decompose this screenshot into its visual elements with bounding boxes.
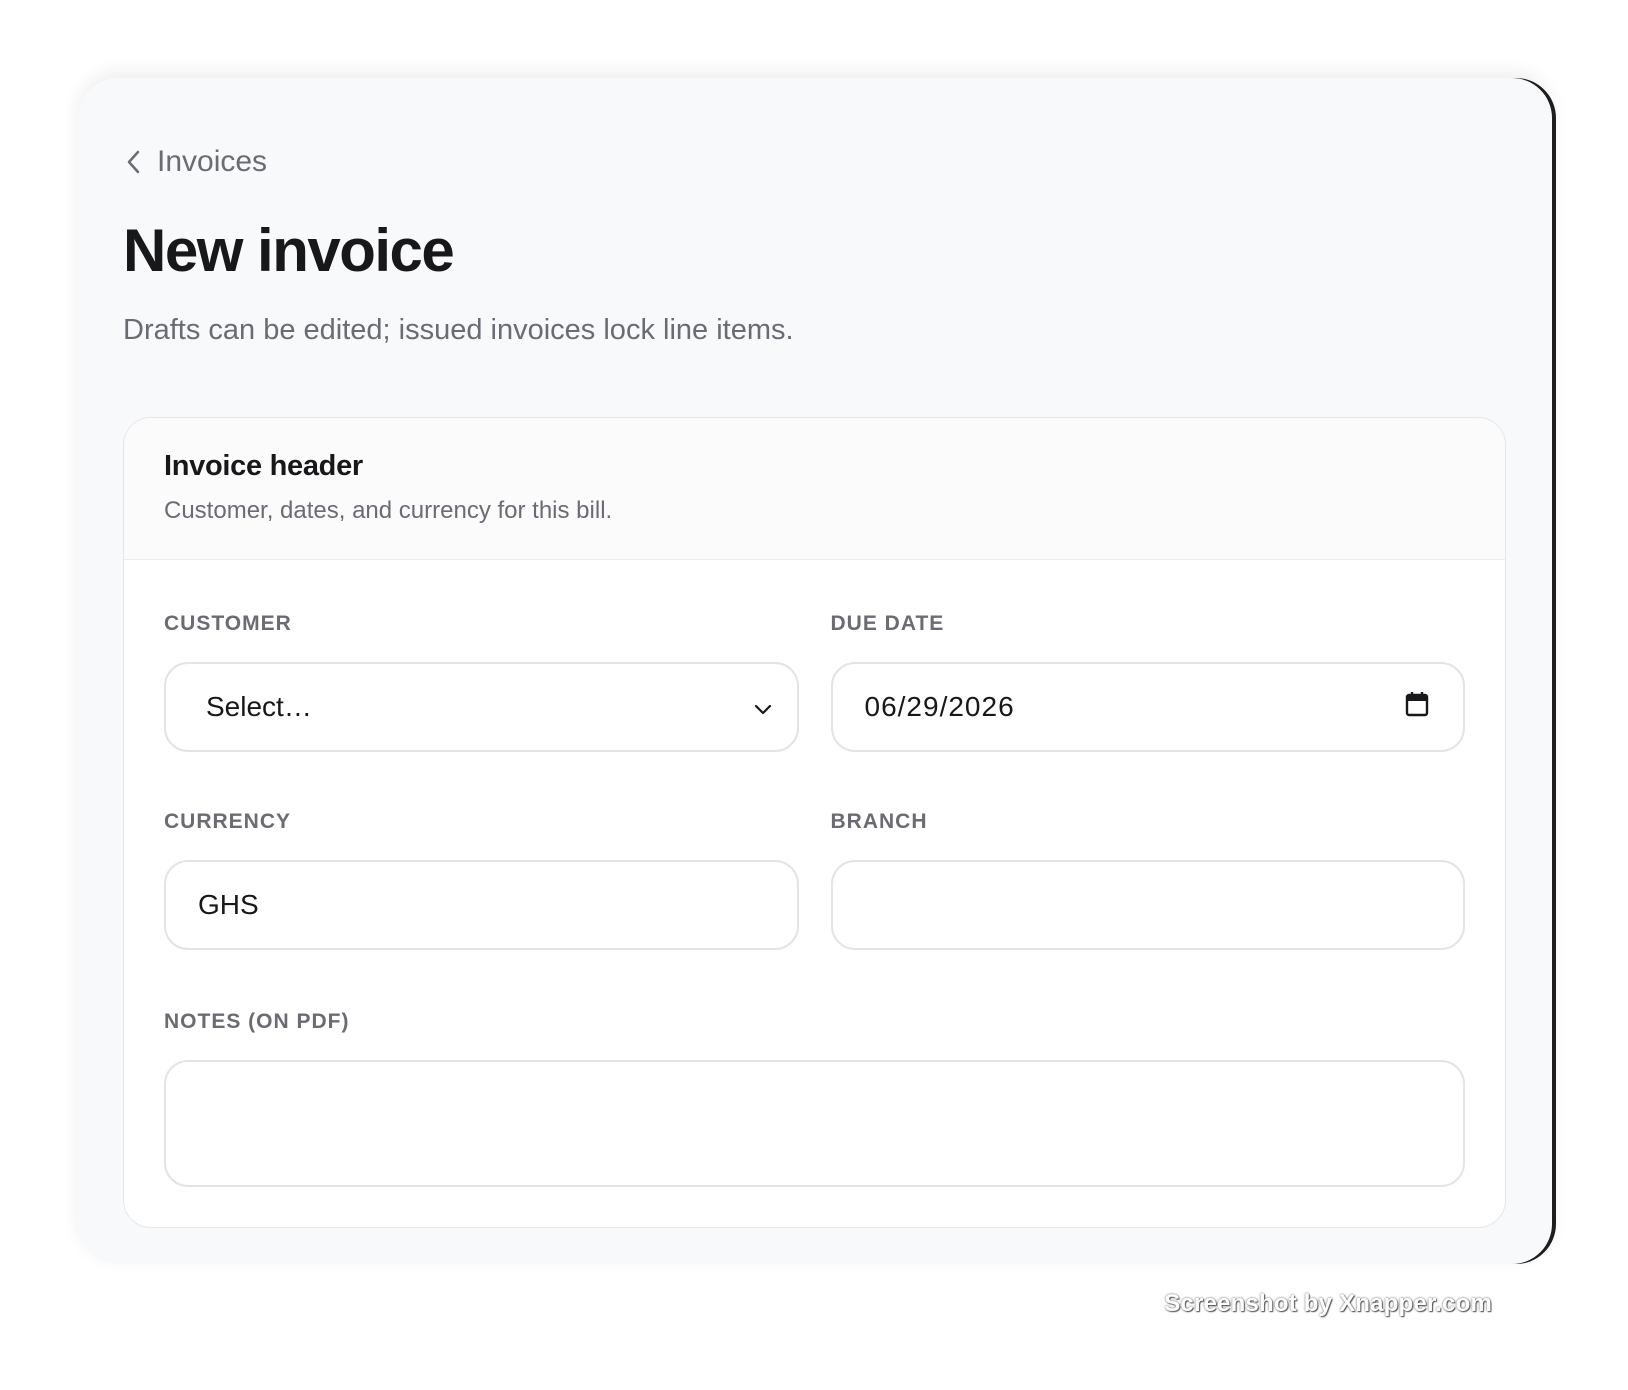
- due-date-field: DUE DATE 06/29/2026: [830, 612, 1465, 752]
- due-date-value: 06/29/2026: [864, 691, 1015, 722]
- due-date-input[interactable]: 06/29/2026: [830, 662, 1465, 752]
- currency-label: CURRENCY: [164, 810, 292, 833]
- page-subtitle: Drafts can be edited; issued invoices lo…: [123, 314, 794, 346]
- watermark: Screenshot by Xnapper.com: [1164, 1290, 1492, 1317]
- calendar-icon[interactable]: [1405, 691, 1429, 724]
- branch-input[interactable]: [830, 860, 1465, 950]
- customer-select-value: Select…: [206, 691, 312, 722]
- customer-label: CUSTOMER: [164, 612, 292, 635]
- app-window: Invoices New invoice Drafts can be edite…: [78, 78, 1552, 1264]
- branch-field: BRANCH: [830, 810, 1465, 950]
- currency-value: GHS: [198, 889, 259, 920]
- branch-label: BRANCH: [830, 810, 928, 833]
- notes-textarea[interactable]: [164, 1060, 1465, 1187]
- chevron-down-icon: [753, 691, 773, 723]
- due-date-label: DUE DATE: [830, 612, 945, 635]
- form-row: CURRENCY GHS BRANCH: [164, 810, 1465, 950]
- card-body: CUSTOMER Select… DUE DATE 06/29/2026 CUR…: [124, 560, 1505, 1227]
- card-subtitle: Customer, dates, and currency for this b…: [164, 497, 613, 524]
- currency-input[interactable]: GHS: [164, 860, 799, 950]
- form-row: CUSTOMER Select… DUE DATE 06/29/2026: [164, 612, 1465, 752]
- customer-select[interactable]: Select…: [164, 662, 799, 752]
- notes-label: NOTES (ON PDF): [164, 1010, 350, 1033]
- customer-field: CUSTOMER Select…: [164, 612, 799, 752]
- notes-field: NOTES (ON PDF): [164, 1010, 1465, 1187]
- card-header: Invoice header Customer, dates, and curr…: [124, 418, 1505, 560]
- breadcrumb[interactable]: Invoices: [125, 142, 1504, 182]
- currency-field: CURRENCY GHS: [164, 810, 799, 950]
- card-title: Invoice header: [164, 450, 363, 482]
- invoice-header-card: Invoice header Customer, dates, and curr…: [123, 417, 1506, 1228]
- breadcrumb-invoices-link[interactable]: Invoices: [157, 145, 267, 179]
- chevron-left-icon[interactable]: [125, 148, 143, 176]
- page-title: New invoice: [123, 217, 455, 284]
